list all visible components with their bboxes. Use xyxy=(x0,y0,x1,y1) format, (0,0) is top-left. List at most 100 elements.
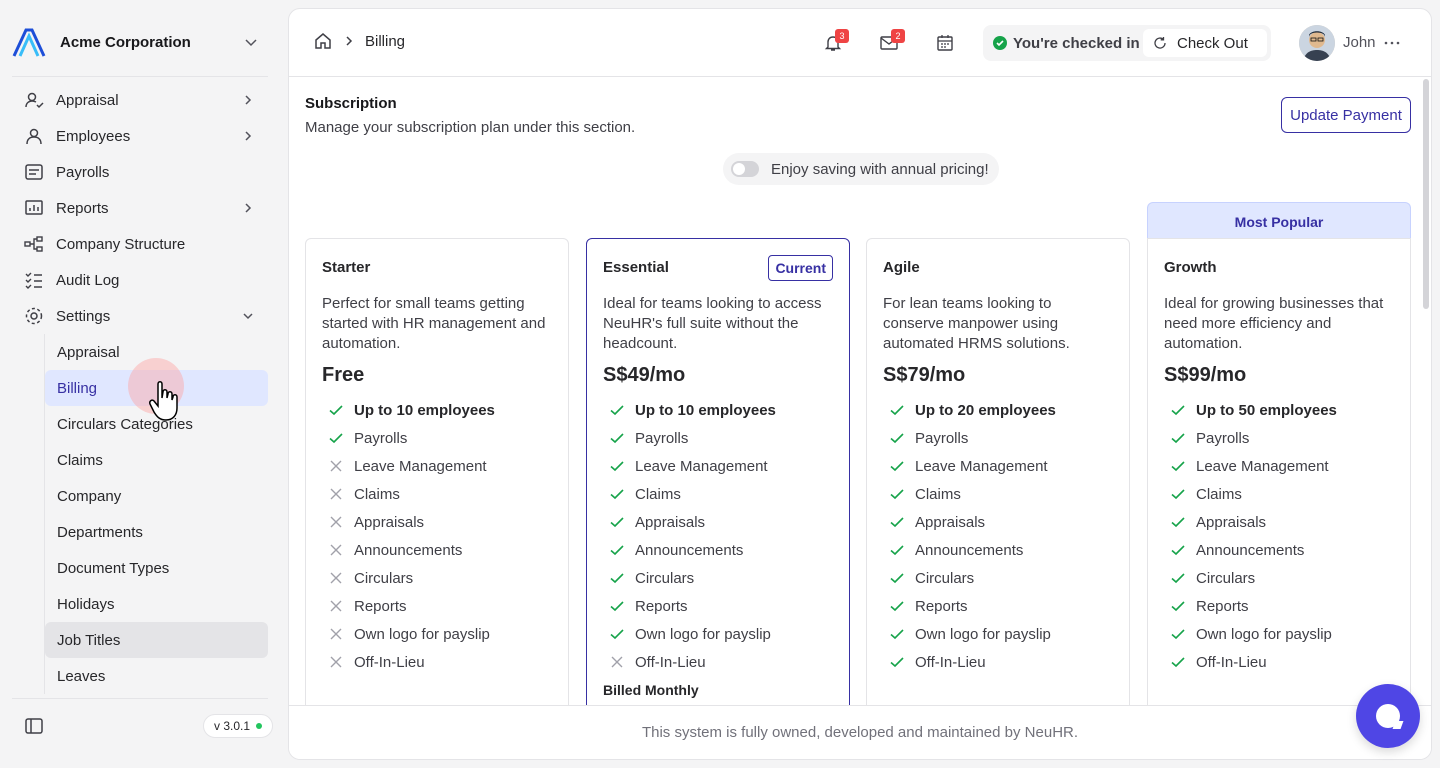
settings-item-departments[interactable]: Departments xyxy=(45,514,268,550)
update-payment-button[interactable]: Update Payment xyxy=(1281,97,1411,133)
feature-item: Leave Management xyxy=(1164,452,1394,480)
inbox-count-badge: 2 xyxy=(891,29,905,43)
sidebar-item-reports[interactable]: Reports xyxy=(12,190,268,226)
check-icon xyxy=(329,405,343,416)
feature-label: Payrolls xyxy=(354,429,408,447)
sidebar-item-label: Payrolls xyxy=(56,163,110,181)
feature-item: Circulars xyxy=(1164,564,1394,592)
divider xyxy=(12,76,268,77)
current-plan-badge: Current xyxy=(768,255,833,281)
plan-card-essential[interactable]: Essential Current Ideal for teams lookin… xyxy=(586,238,850,758)
version-badge: v 3.0.1 xyxy=(203,714,274,738)
sidebar-item-payrolls[interactable]: Payrolls xyxy=(12,154,268,190)
company-logo xyxy=(12,28,46,57)
feature-label: Circulars xyxy=(915,569,975,587)
feature-item: Payrolls xyxy=(883,424,1113,452)
plan-price: Free xyxy=(322,364,365,386)
checkin-status: You're checked in Check Out xyxy=(983,25,1271,61)
feature-item: Announcements xyxy=(603,536,833,564)
feature-label: Leave Management xyxy=(915,457,1048,475)
feature-item: Reports xyxy=(322,592,552,620)
avatar[interactable] xyxy=(1299,25,1335,61)
notification-count-badge: 3 xyxy=(835,29,849,43)
check-icon xyxy=(610,405,624,416)
page-title: Subscription xyxy=(305,95,397,112)
feature-label: Appraisals xyxy=(354,513,425,531)
check-icon xyxy=(610,489,624,500)
feature-item: Claims xyxy=(603,480,833,508)
check-out-button[interactable]: Check Out xyxy=(1143,29,1267,57)
scrollbar[interactable] xyxy=(1423,79,1429,309)
check-circle-icon xyxy=(993,36,1007,50)
plan-name: Growth xyxy=(1164,259,1217,276)
plan-description: Ideal for growing businesses that need m… xyxy=(1164,295,1384,352)
chat-launcher-button[interactable] xyxy=(1356,684,1420,748)
check-icon xyxy=(890,545,904,556)
sidebar-item-employees[interactable]: Employees xyxy=(12,118,268,154)
plan-card-starter[interactable]: Starter Perfect for small teams getting … xyxy=(305,238,569,758)
check-icon xyxy=(890,461,904,472)
calendar-icon xyxy=(937,35,953,51)
refresh-icon xyxy=(1154,37,1166,49)
settings-item-leaves[interactable]: Leaves xyxy=(45,658,268,694)
feature-label: Up to 20 employees xyxy=(915,401,1056,419)
check-icon xyxy=(890,489,904,500)
notifications-button[interactable]: 3 xyxy=(823,29,849,53)
chevron-down-icon xyxy=(243,313,253,320)
plan-card-agile[interactable]: Agile For lean teams looking to conserve… xyxy=(866,238,1130,758)
settings-item-document-types[interactable]: Document Types xyxy=(45,550,268,586)
receipt-icon xyxy=(24,162,44,182)
sidebar-item-appraisal[interactable]: Appraisal xyxy=(12,82,268,118)
feature-label: Off-In-Lieu xyxy=(915,653,986,671)
x-icon xyxy=(330,544,342,556)
settings-item-company[interactable]: Company xyxy=(45,478,268,514)
check-icon xyxy=(1171,405,1185,416)
list-check-icon xyxy=(24,270,44,290)
feature-item: Claims xyxy=(883,480,1113,508)
check-icon xyxy=(1171,545,1185,556)
feature-label: Up to 10 employees xyxy=(354,401,495,419)
feature-label: Off-In-Lieu xyxy=(1196,653,1267,671)
feature-item: Up to 10 employees xyxy=(603,396,833,424)
feature-item: Circulars xyxy=(883,564,1113,592)
check-icon xyxy=(1171,657,1185,668)
check-icon xyxy=(329,433,343,444)
feature-label: Leave Management xyxy=(635,457,768,475)
org-switcher[interactable]: Acme Corporation xyxy=(12,24,268,60)
home-icon[interactable] xyxy=(313,31,333,51)
plan-price: S$99/mo xyxy=(1164,364,1247,386)
check-icon xyxy=(1171,573,1185,584)
feature-item: Off-In-Lieu xyxy=(603,648,833,676)
x-icon xyxy=(330,460,342,472)
feature-label: Off-In-Lieu xyxy=(635,653,706,671)
annual-pricing-toggle[interactable] xyxy=(731,161,759,177)
sidebar-toggle-icon[interactable] xyxy=(24,716,44,736)
x-icon xyxy=(330,516,342,528)
feature-label: Payrolls xyxy=(1196,429,1250,447)
check-icon xyxy=(610,517,624,528)
check-icon xyxy=(890,573,904,584)
calendar-button[interactable] xyxy=(935,33,955,53)
chart-icon xyxy=(24,198,44,218)
chat-bubble-icon xyxy=(1376,704,1400,728)
settings-item-holidays[interactable]: Holidays xyxy=(45,586,268,622)
feature-label: Payrolls xyxy=(915,429,969,447)
sidebar-item-company-structure[interactable]: Company Structure xyxy=(12,226,268,262)
sidebar-item-settings[interactable]: Settings xyxy=(12,298,268,334)
plan-card-growth[interactable]: Growth Ideal for growing businesses that… xyxy=(1147,238,1411,758)
feature-label: Announcements xyxy=(915,541,1024,559)
chevron-down-icon[interactable] xyxy=(242,33,260,51)
user-name[interactable]: John xyxy=(1343,34,1376,51)
settings-item-claims[interactable]: Claims xyxy=(45,442,268,478)
feature-label: Off-In-Lieu xyxy=(354,653,425,671)
settings-item-job-titles[interactable]: Job Titles xyxy=(45,622,268,658)
main-panel: Billing 3 2 You're checked in Check Out … xyxy=(288,8,1432,760)
sidebar-item-audit-log[interactable]: Audit Log xyxy=(12,262,268,298)
feature-item: Claims xyxy=(1164,480,1394,508)
feature-label: Up to 10 employees xyxy=(635,401,776,419)
more-horizontal-icon[interactable] xyxy=(1383,33,1401,53)
x-icon xyxy=(330,572,342,584)
feature-item: Leave Management xyxy=(603,452,833,480)
sidebar-item-label: Settings xyxy=(56,307,111,325)
inbox-button[interactable]: 2 xyxy=(879,29,905,53)
